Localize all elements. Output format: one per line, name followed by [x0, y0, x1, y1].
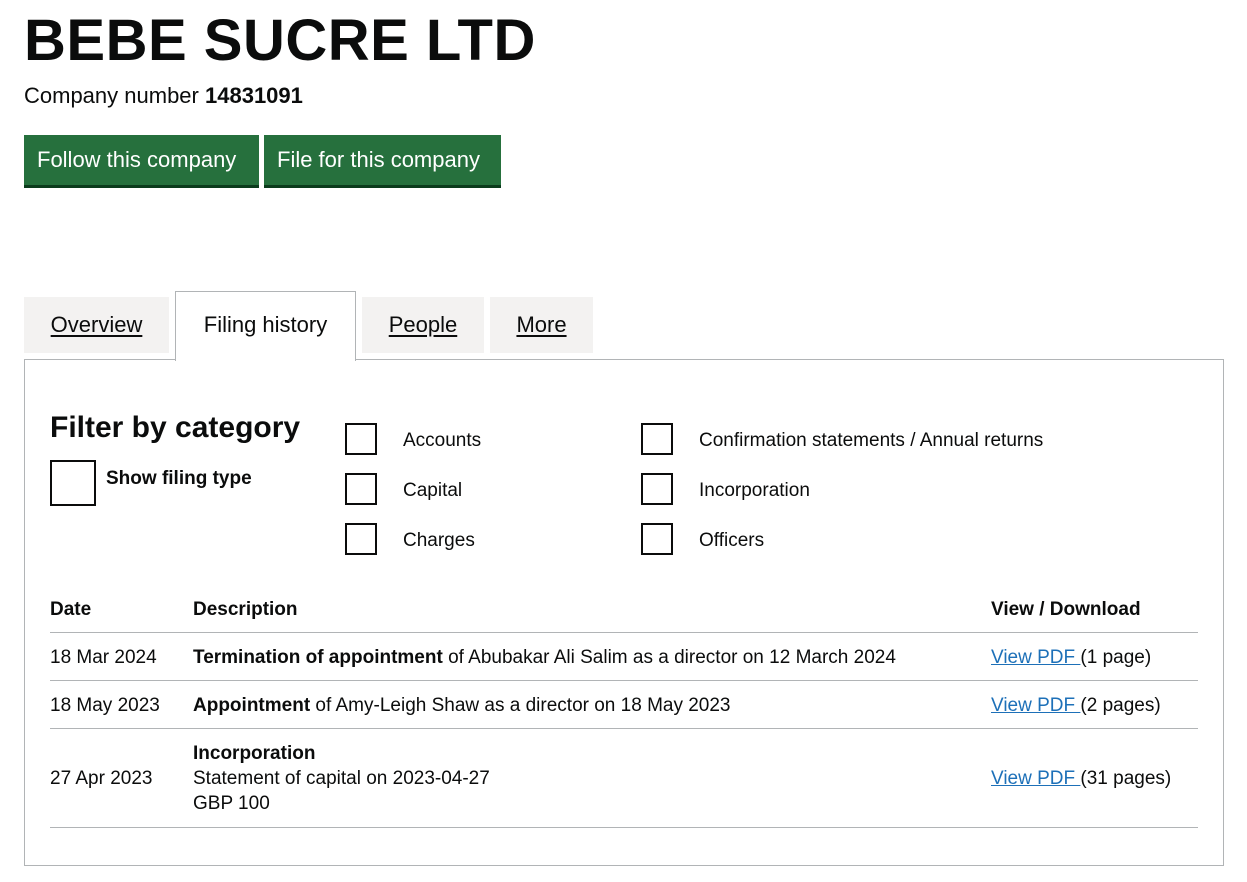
- file-for-company-button[interactable]: File for this company: [264, 135, 501, 185]
- follow-company-button[interactable]: Follow this company: [24, 135, 259, 185]
- row-2-detail: of Amy-Leigh Shaw as a director on 18 Ma…: [310, 695, 731, 716]
- row-1-view-pdf-link[interactable]: View PDF: [991, 647, 1080, 668]
- filter-accounts-label: Accounts: [403, 430, 482, 451]
- filter-capital-checkbox[interactable]: [345, 473, 377, 505]
- table-row-divider: [50, 728, 1198, 729]
- filter-incorporation-checkbox[interactable]: [641, 473, 673, 505]
- filter-charges-checkbox[interactable]: [345, 523, 377, 555]
- row-2-view-pdf-link[interactable]: View PDF: [991, 695, 1080, 716]
- tab-overview[interactable]: Overview: [24, 297, 169, 353]
- company-number: Company number 14831091: [24, 82, 303, 110]
- tab-overview-link[interactable]: Overview: [51, 312, 143, 337]
- row-1-date: 18 Mar 2024: [50, 647, 157, 668]
- filter-incorporation-label: Incorporation: [699, 480, 810, 501]
- company-name: BEBE SUCRE LTD: [24, 8, 536, 73]
- filter-charges-label: Charges: [403, 530, 475, 551]
- column-header-date: Date: [50, 599, 92, 620]
- filter-officers-label: Officers: [699, 530, 765, 551]
- row-1-description: Termination of appointment of Abubakar A…: [193, 646, 896, 670]
- row-3-view-pdf-link[interactable]: View PDF: [991, 768, 1080, 789]
- filter-confirmation-statements-checkbox[interactable]: [641, 423, 673, 455]
- row-2-filing-type: Appointment: [193, 695, 311, 716]
- tab-people-link[interactable]: People: [389, 312, 458, 337]
- tab-filing-history-label: Filing history: [203, 312, 328, 337]
- row-3-filing-type: Incorporation: [193, 743, 316, 764]
- table-row-divider: [50, 827, 1198, 828]
- filter-capital-label: Capital: [403, 480, 463, 501]
- filter-title: Filter by category: [50, 411, 301, 444]
- row-3-download: View PDF (31 pages): [991, 767, 1171, 791]
- row-1-detail: of Abubakar Ali Salim as a director on 1…: [442, 647, 896, 668]
- filter-officers-checkbox[interactable]: [641, 523, 673, 555]
- row-3-detail: Statement of capital on 2023-04-27: [193, 768, 490, 789]
- company-number-label: Company number: [24, 83, 199, 108]
- row-3-date: 27 Apr 2023: [50, 768, 153, 789]
- tab-more-link[interactable]: More: [516, 312, 566, 337]
- filter-accounts-checkbox[interactable]: [345, 423, 377, 455]
- filter-confirmation-statements-label: Confirmation statements / Annual returns: [699, 430, 1044, 451]
- show-filing-type-label: Show filing type: [106, 468, 252, 489]
- row-1-download: View PDF (1 page): [991, 646, 1151, 670]
- row-3-capital-amount: GBP 100: [193, 793, 270, 814]
- row-3-page-count: (31 pages): [1080, 768, 1172, 789]
- row-2-description: Appointment of Amy-Leigh Shaw as a direc…: [193, 694, 731, 718]
- row-2-date: 18 May 2023: [50, 695, 160, 716]
- table-row-divider: [50, 680, 1198, 681]
- show-filing-type-checkbox[interactable]: [50, 460, 96, 506]
- tab-more[interactable]: More: [490, 297, 593, 353]
- table-header-divider: [50, 632, 1198, 633]
- row-2-page-count: (2 pages): [1080, 695, 1161, 716]
- column-header-view-download: View / Download: [991, 599, 1141, 620]
- tab-people[interactable]: People: [362, 297, 484, 353]
- row-2-download: View PDF (2 pages): [991, 694, 1161, 718]
- company-number-value: 14831091: [205, 83, 303, 108]
- row-1-page-count: (1 page): [1080, 647, 1152, 668]
- tab-filing-history[interactable]: Filing history: [175, 291, 356, 361]
- row-1-filing-type: Termination of appointment: [193, 647, 443, 668]
- column-header-description: Description: [193, 599, 298, 620]
